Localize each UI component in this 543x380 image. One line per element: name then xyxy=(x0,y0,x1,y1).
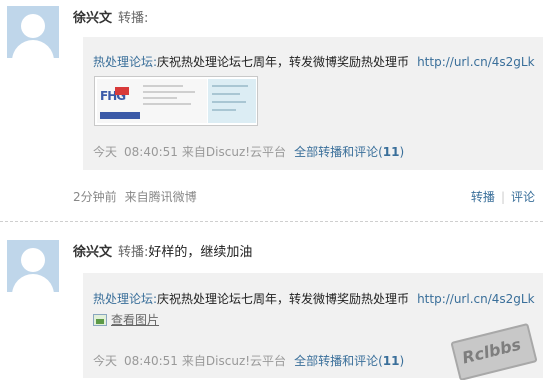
quoted-text: 庆祝热处理论坛七周年，转发微博奖励热处理币 xyxy=(157,292,410,306)
view-image-link[interactable]: 查看图片 xyxy=(93,311,159,328)
feed-item: 徐兴文 转播: 热处理论坛:庆祝热处理论坛七周年，转发微博奖励热处理币 http:/… xyxy=(0,0,543,222)
view-image-label: 查看图片 xyxy=(111,313,160,327)
quoted-meta: 今天 08:40:51 来自Discuz!云平台 全部转播和评论(11) xyxy=(93,143,404,160)
repost-verb: 转播: xyxy=(118,245,149,260)
quoted-time: 08:40:51 xyxy=(124,354,178,368)
quoted-day: 今天 xyxy=(93,354,118,368)
post-footer: 2分钟前 来自腾讯微博 xyxy=(73,188,197,205)
image-icon xyxy=(93,314,107,326)
quoted-time: 08:40:51 xyxy=(124,145,178,159)
quoted-author[interactable]: 热处理论坛: xyxy=(93,292,157,306)
comment-button[interactable]: 评论 xyxy=(511,190,535,204)
post-actions: 转播 | 评论 xyxy=(471,188,535,205)
post-header: 徐兴文 转播: xyxy=(73,7,148,26)
repost-count: 11 xyxy=(382,354,400,368)
quoted-day: 今天 xyxy=(93,145,118,159)
all-reposts-label: 全部转播和评论 xyxy=(294,354,379,368)
quoted-content: 热处理论坛:庆祝热处理论坛七周年，转发微博奖励热处理币 http://url.cn… xyxy=(93,53,535,70)
quoted-image-thumbnail[interactable]: FHG xyxy=(94,76,258,126)
watermark-text: Rclbbs xyxy=(460,334,523,368)
repost-button[interactable]: 转播 xyxy=(471,190,495,204)
quoted-author[interactable]: 热处理论坛: xyxy=(93,55,157,69)
all-reposts-label: 全部转播和评论 xyxy=(294,145,379,159)
post-text: 好样的，继续加油 xyxy=(148,245,253,260)
all-reposts-link[interactable]: 全部转播和评论(11) xyxy=(294,354,404,368)
quoted-post: 热处理论坛:庆祝热处理论坛七周年，转发微博奖励热处理币 http://url.cn… xyxy=(83,37,543,170)
quoted-source: 来自Discuz!云平台 xyxy=(181,145,287,159)
quoted-meta: 今天 08:40:51 来自Discuz!云平台 全部转播和评论(11) xyxy=(93,352,404,369)
author-name[interactable]: 徐兴文 xyxy=(73,245,112,260)
author-name[interactable]: 徐兴文 xyxy=(73,11,112,26)
default-avatar-icon[interactable] xyxy=(7,6,59,58)
quoted-source: 来自Discuz!云平台 xyxy=(181,354,287,368)
quoted-content: 热处理论坛:庆祝热处理论坛七周年，转发微博奖励热处理币 http://url.cn… xyxy=(93,290,535,307)
short-link[interactable]: http://url.cn/4s2gLk xyxy=(417,292,534,306)
all-reposts-link[interactable]: 全部转播和评论(11) xyxy=(294,145,404,159)
post-header: 徐兴文 转播:好样的，继续加油 xyxy=(73,241,252,260)
short-link[interactable]: http://url.cn/4s2gLk xyxy=(417,55,534,69)
action-separator: | xyxy=(500,190,505,204)
quoted-text: 庆祝热处理论坛七周年，转发微博奖励热处理币 xyxy=(157,55,410,69)
default-avatar-icon[interactable] xyxy=(7,240,59,292)
repost-verb: 转播: xyxy=(118,11,149,26)
post-time[interactable]: 2分钟前 xyxy=(73,190,117,204)
repost-count: 11 xyxy=(382,145,400,159)
post-source: 来自腾讯微博 xyxy=(124,190,197,204)
